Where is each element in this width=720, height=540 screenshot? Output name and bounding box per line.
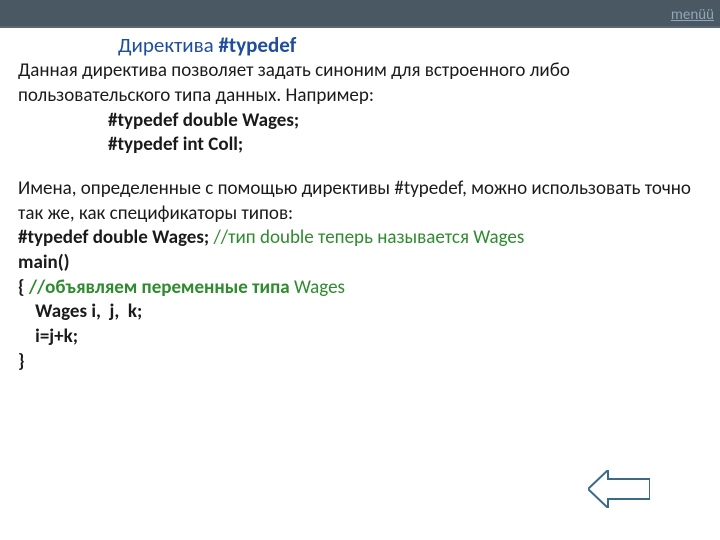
slide-title: Директива #typedef — [118, 32, 702, 59]
title-directive: #typedef — [218, 32, 296, 58]
code-typedef-coll: #typedef int Coll; — [108, 133, 702, 158]
brace-close: } — [18, 350, 702, 375]
menu-link[interactable]: menüü — [671, 6, 714, 24]
paragraph-intro: Данная директива позволяет задать синони… — [18, 59, 702, 108]
code-assignment: i=j+k; — [18, 325, 702, 350]
comment-type-alias: //тип double теперь называется Wages — [209, 226, 524, 249]
code-var-declaration: Wages i, j, k; — [18, 300, 702, 325]
code-line-typedef-comment: #typedef double Wages; //тип double тепе… — [18, 226, 702, 251]
comment-declare-vars: //объявляем переменные типа — [25, 276, 294, 299]
comment-declare-vars-type: Wages — [294, 276, 345, 299]
slide: menüü Директива #typedef Данная директив… — [0, 0, 720, 540]
code-typedef-wages: #typedef double Wages; — [108, 109, 702, 134]
decl-text: Wages i, j, k; — [18, 300, 142, 323]
back-arrow-icon — [588, 470, 650, 508]
code-typedef-inline: #typedef double Wages; — [18, 226, 209, 249]
back-button[interactable] — [588, 470, 650, 508]
code-brace-open-line: { //объявляем переменные типа Wages — [18, 276, 702, 301]
title-text: Директива — [118, 32, 218, 58]
blank-line — [18, 158, 702, 177]
assign-text: i=j+k; — [18, 325, 78, 348]
paragraph-usage: Имена, определенные с помощью директивы … — [18, 177, 702, 226]
slide-content: Директива #typedef Данная директива позв… — [0, 28, 720, 375]
header-bar: menüü — [0, 0, 720, 28]
code-main-signature: main() — [18, 251, 702, 276]
